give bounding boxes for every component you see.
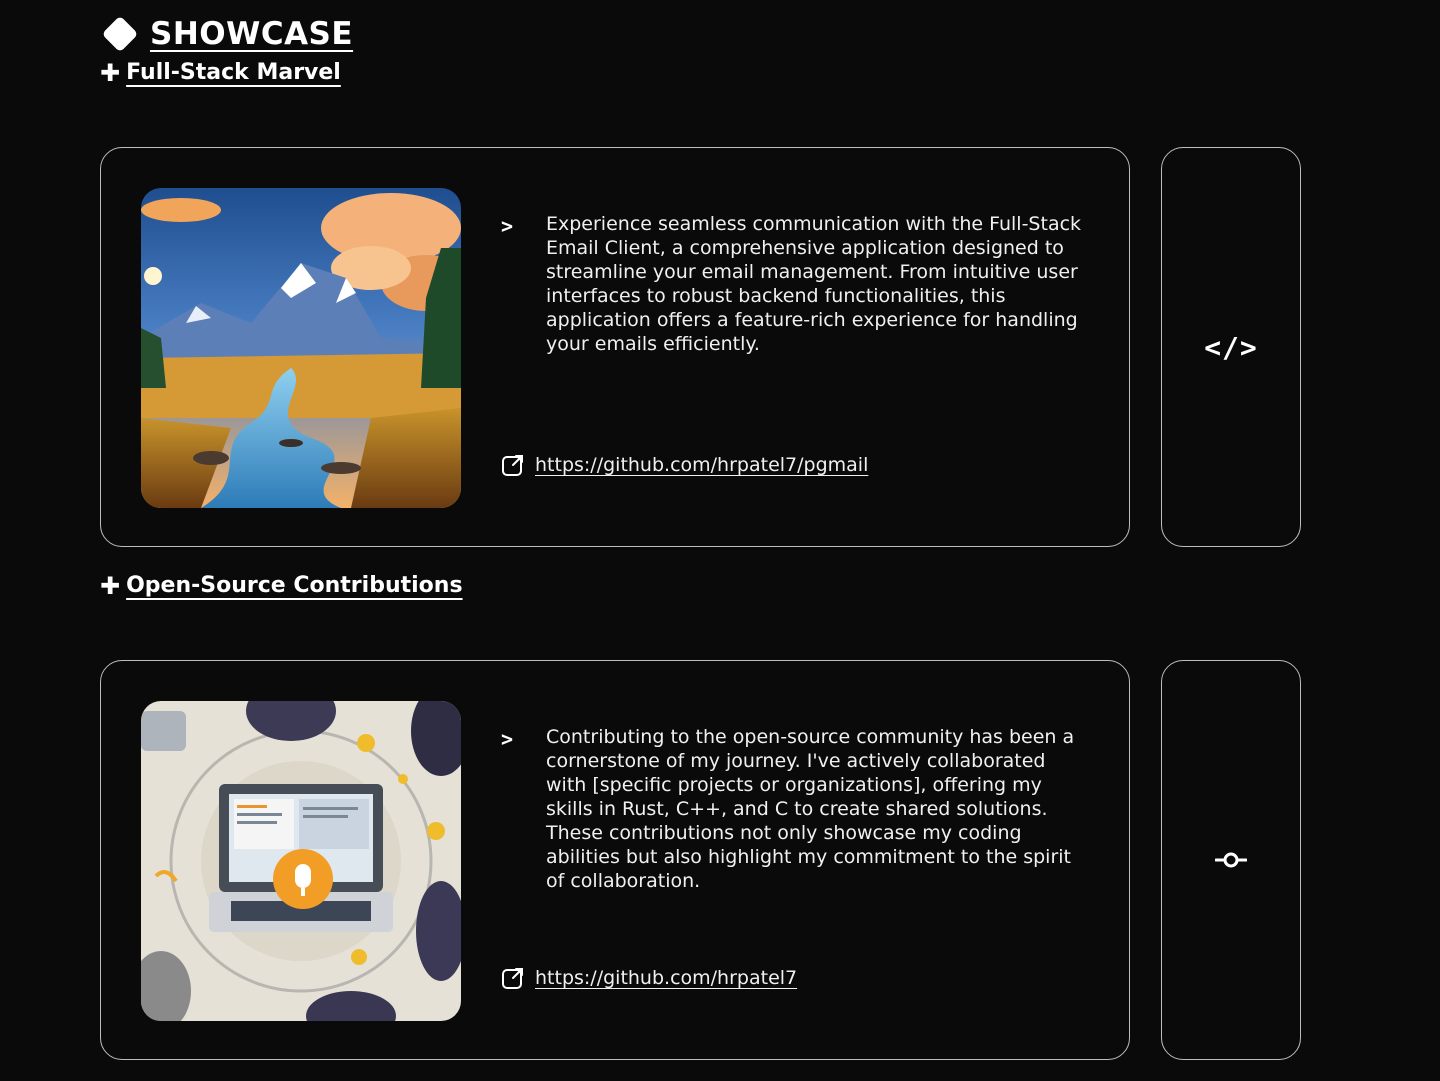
code-button[interactable]: </>: [1161, 147, 1301, 547]
external-link-icon: [502, 455, 523, 476]
code-icon: </>: [1204, 330, 1258, 364]
project-description-row: > Experience seamless communication with…: [501, 212, 1091, 356]
project-title[interactable]: Open-Source Contributions: [126, 573, 462, 598]
external-link-icon: [502, 968, 523, 989]
showcase-header: SHOWCASE: [100, 14, 353, 54]
mountain-landscape-image: [141, 188, 461, 508]
git-commit-button[interactable]: [1161, 660, 1301, 1060]
chevron-right-icon: >: [501, 727, 514, 751]
project-link-row[interactable]: https://github.com/hrpatel7: [501, 966, 797, 990]
laptop-illustration-image: [141, 701, 461, 1021]
project-description-row: > Contributing to the open-source commun…: [501, 725, 1091, 893]
project-card-full-stack: > Experience seamless communication with…: [100, 147, 1130, 547]
project-heading-full-stack[interactable]: ✚ Full-Stack Marvel: [100, 60, 341, 85]
project-link-row[interactable]: https://github.com/hrpatel7/pgmail: [501, 453, 868, 477]
project-title[interactable]: Full-Stack Marvel: [126, 60, 341, 85]
page: SHOWCASE ✚ Full-Stack Marvel > Experienc…: [0, 0, 1440, 1081]
git-commit-icon: [1215, 852, 1247, 868]
diamond-icon: [100, 14, 140, 54]
project-card-open-source: > Contributing to the open-source commun…: [100, 660, 1130, 1060]
project-description: Contributing to the open-source communit…: [546, 726, 1075, 892]
chevron-right-icon: >: [501, 214, 514, 238]
plus-icon: ✚: [100, 571, 121, 600]
project-link[interactable]: https://github.com/hrpatel7: [535, 967, 797, 989]
project-link[interactable]: https://github.com/hrpatel7/pgmail: [535, 454, 868, 476]
project-heading-open-source[interactable]: ✚ Open-Source Contributions: [100, 573, 463, 598]
plus-icon: ✚: [100, 58, 121, 87]
project-description: Experience seamless communication with t…: [546, 213, 1082, 355]
showcase-title[interactable]: SHOWCASE: [150, 16, 353, 52]
